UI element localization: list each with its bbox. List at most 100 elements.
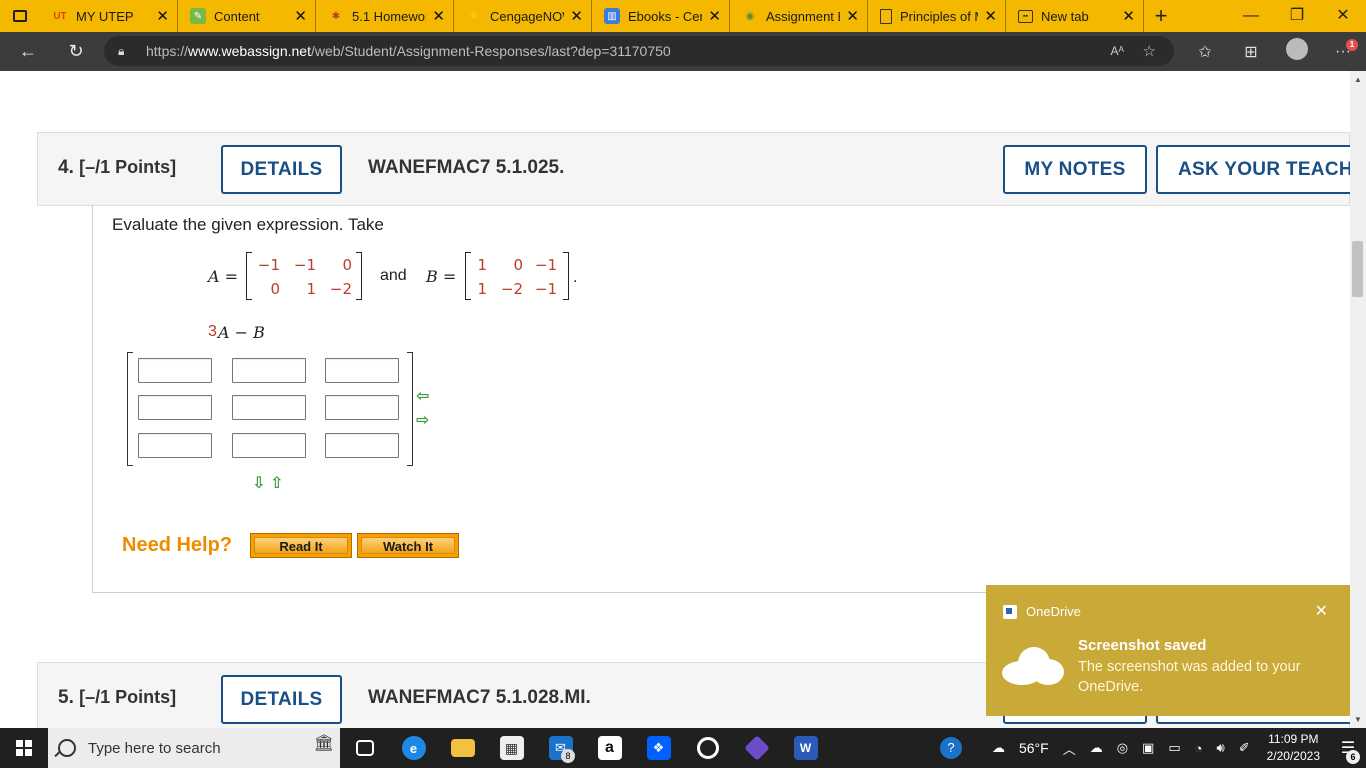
matrix-a-cell: −2 xyxy=(329,280,352,298)
notification-body: The screenshot was added to your OneDriv… xyxy=(1078,659,1301,695)
new-tab-button[interactable]: + xyxy=(1144,3,1178,29)
file-explorer-taskbar-button[interactable] xyxy=(438,728,487,768)
start-button[interactable] xyxy=(0,728,48,768)
back-icon[interactable]: ← xyxy=(0,41,56,62)
matrix-a-cell: 1 xyxy=(306,280,316,298)
matrix-a-cell: 0 xyxy=(270,280,280,298)
add-favorite-icon[interactable]: ☆ xyxy=(1143,42,1156,60)
answer-cell-r1c1[interactable] xyxy=(138,358,212,383)
tab-actions-menu-button[interactable] xyxy=(0,0,40,32)
details-button[interactable]: DETAILS xyxy=(221,145,342,194)
page-scrollbar[interactable]: ▲ ▼ xyxy=(1350,71,1366,728)
notification-app-name: OneDrive xyxy=(1026,604,1081,619)
onedrive-notification[interactable]: OneDrive ✕ Screenshot saved The screensh… xyxy=(986,585,1350,716)
battery-icon[interactable]: ▭ xyxy=(1161,740,1187,756)
amazon-icon: a xyxy=(597,736,622,760)
minimize-icon[interactable]: — xyxy=(1228,0,1274,32)
tab-assignment[interactable]: ◉ Assignment E ✕ xyxy=(730,0,868,32)
profile-avatar[interactable] xyxy=(1274,38,1320,65)
close-tab-icon[interactable]: ✕ xyxy=(156,7,169,25)
matrix-a-cell: 0 xyxy=(342,256,352,274)
restore-icon[interactable]: ❐ xyxy=(1274,0,1320,32)
volume-icon[interactable]: 🔊︎ xyxy=(1210,740,1232,756)
wifi-icon[interactable]: ◔ xyxy=(1188,741,1210,756)
watch-it-label: Watch It xyxy=(361,537,455,554)
app-taskbar-button[interactable] xyxy=(683,728,732,768)
refresh-icon[interactable]: ↻ xyxy=(56,41,96,62)
pen-icon[interactable]: ✐ xyxy=(1232,740,1257,756)
close-tab-icon[interactable]: ✕ xyxy=(846,7,859,25)
notification-center-icon[interactable]: ☰ 6 xyxy=(1330,738,1366,764)
tab-ebooks[interactable]: ▥ Ebooks - Cen ✕ xyxy=(592,0,730,32)
tab-webassign-homework[interactable]: ✱ 5.1 Homewor ✕ xyxy=(316,0,454,32)
weather-temperature[interactable]: 56°F xyxy=(1012,740,1056,756)
notification-title: Screenshot saved xyxy=(1078,637,1207,654)
collections-icon[interactable]: ⊞ xyxy=(1228,42,1274,62)
screenshot-tray-icon[interactable]: ▣ xyxy=(1135,740,1161,756)
close-tab-icon[interactable]: ✕ xyxy=(1122,7,1135,25)
close-notification-icon[interactable]: ✕ xyxy=(1315,601,1328,621)
onedrive-tray-icon[interactable]: ☁ xyxy=(1083,740,1110,756)
my-notes-button[interactable]: MY NOTES xyxy=(1003,145,1147,194)
ask-your-teacher-button[interactable]: ASK YOUR TEACHE xyxy=(1156,145,1350,194)
close-tab-icon[interactable]: ✕ xyxy=(984,7,997,25)
favorites-icon[interactable]: ✩ xyxy=(1182,42,1228,62)
weather-icon[interactable]: ☁ xyxy=(985,740,1012,756)
edge-icon: e xyxy=(401,736,426,760)
read-it-button[interactable]: Read It xyxy=(250,533,352,558)
globe-icon: ◉ xyxy=(745,10,755,22)
answer-cell-r3c1[interactable] xyxy=(138,433,212,458)
store-taskbar-button[interactable]: ▦ xyxy=(487,728,536,768)
tab-new-tab[interactable]: ▪▪ New tab ✕ xyxy=(1006,0,1144,32)
tab-title: MY UTEP xyxy=(76,8,134,24)
camera-tray-icon[interactable]: ◎ xyxy=(1110,740,1135,756)
scrollbar-thumb[interactable] xyxy=(1352,241,1363,297)
scroll-down-icon[interactable]: ▼ xyxy=(1350,715,1366,724)
show-hidden-icons-icon[interactable]: ︿ xyxy=(1056,739,1083,758)
add-column-arrow-icon[interactable]: ⇨ xyxy=(416,410,429,430)
tab-principles[interactable]: Principles of M ✕ xyxy=(868,0,1006,32)
answer-cell-r1c2[interactable] xyxy=(232,358,306,383)
task-view-button[interactable] xyxy=(340,728,389,768)
tab-cengagenow[interactable]: ✺ CengageNOW ✕ xyxy=(454,0,592,32)
remove-column-arrow-icon[interactable]: ⇦ xyxy=(416,386,429,406)
clipchamp-taskbar-button[interactable] xyxy=(732,728,781,768)
close-tab-icon[interactable]: ✕ xyxy=(294,7,307,25)
dropbox-taskbar-button[interactable]: ❖ xyxy=(634,728,683,768)
taskbar-search-box[interactable]: Type here to search 🏛︎ xyxy=(48,728,340,768)
folder-icon xyxy=(450,739,475,757)
clock[interactable]: 11:09 PM 2/20/2023 xyxy=(1257,731,1330,765)
details-button[interactable]: DETAILS xyxy=(221,675,342,724)
url-field[interactable]: 🔒︎ https://www.webassign.net/web/Student… xyxy=(104,36,1174,66)
close-tab-icon[interactable]: ✕ xyxy=(708,7,721,25)
question-prompt: Evaluate the given expression. Take xyxy=(112,215,384,234)
and-text: and xyxy=(380,267,407,284)
close-window-icon[interactable]: ✕ xyxy=(1320,0,1366,32)
close-tab-icon[interactable]: ✕ xyxy=(432,7,445,25)
settings-menu-icon[interactable]: ··· 1 xyxy=(1320,38,1366,61)
tab-my-utep[interactable]: UT MY UTEP ✕ xyxy=(40,0,178,32)
remove-row-arrow-icon[interactable]: ⇧ xyxy=(270,473,283,493)
document-icon xyxy=(880,8,892,24)
answer-cell-r3c3[interactable] xyxy=(325,433,399,458)
edge-taskbar-button[interactable]: e xyxy=(389,728,438,768)
windows-logo-icon xyxy=(16,740,32,756)
answer-cell-r2c3[interactable] xyxy=(325,395,399,420)
scroll-up-icon[interactable]: ▲ xyxy=(1350,75,1366,84)
matrix-bracket-right xyxy=(356,252,362,300)
mail-taskbar-button[interactable]: ✉ 8 xyxy=(536,728,585,768)
answer-cell-r1c3[interactable] xyxy=(325,358,399,383)
answer-cell-r2c2[interactable] xyxy=(232,395,306,420)
add-row-arrow-icon[interactable]: ⇩ xyxy=(252,473,265,493)
word-taskbar-button[interactable]: W xyxy=(781,728,830,768)
close-tab-icon[interactable]: ✕ xyxy=(570,7,583,25)
read-aloud-icon[interactable]: Aᴬ xyxy=(1111,44,1124,58)
amazon-taskbar-button[interactable]: a xyxy=(585,728,634,768)
answer-cell-r2c1[interactable] xyxy=(138,395,212,420)
url-prefix: https:// xyxy=(146,43,189,59)
help-icon[interactable]: ? xyxy=(933,737,969,759)
answer-cell-r3c2[interactable] xyxy=(232,433,306,458)
watch-it-button[interactable]: Watch It xyxy=(357,533,459,558)
tab-content[interactable]: ✎ Content ✕ xyxy=(178,0,316,32)
matrix-b: 1 0 −1 1 −2 −1 xyxy=(465,252,575,300)
